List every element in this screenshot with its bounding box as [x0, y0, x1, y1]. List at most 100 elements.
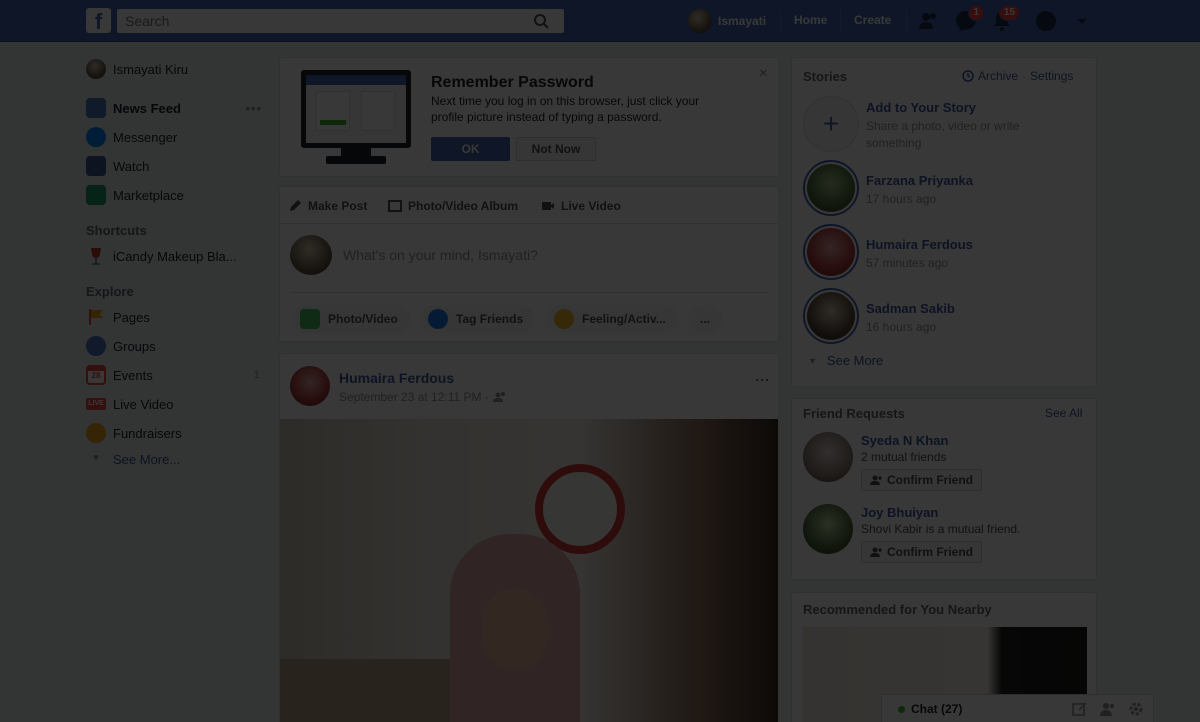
story-avatar[interactable]	[803, 160, 859, 216]
password-card-title: Remember Password	[431, 74, 594, 91]
messenger-button[interactable]: 1	[954, 5, 984, 33]
tab-photo-video-album[interactable]: Photo/Video Album	[388, 197, 518, 215]
close-icon[interactable]: ×	[759, 65, 768, 83]
add-friend-icon	[870, 547, 882, 557]
sidebar-item-groups[interactable]: Groups	[86, 336, 266, 356]
home-link[interactable]: Home	[794, 13, 827, 27]
requester-name[interactable]: Joy Bhuiyan	[861, 505, 938, 520]
sidebar-item-label: iCandy Makeup Bla...	[113, 248, 237, 264]
sidebar-item-label: Events	[113, 367, 153, 383]
friends-audience-icon[interactable]	[492, 391, 507, 403]
sidebar-item-label: Groups	[113, 338, 156, 354]
sidebar-item-messenger[interactable]: Messenger	[86, 127, 266, 147]
explore-heading: Explore	[86, 284, 134, 299]
confirm-friend-button[interactable]: Confirm Friend	[861, 469, 982, 491]
sidebar-item-fundraisers[interactable]: Fundraisers	[86, 423, 266, 443]
calendar-icon: 28	[86, 365, 106, 385]
mutual-friends-text: 2 mutual friends	[861, 450, 947, 464]
story-name[interactable]: Farzana Priyanka	[866, 173, 973, 188]
link-separator: ·	[1022, 69, 1027, 83]
settings-link[interactable]: Settings	[1030, 69, 1073, 83]
composer-input[interactable]: What's on your mind, Ismayati?	[343, 247, 538, 263]
avatar[interactable]	[290, 366, 330, 406]
feeling-activity-button[interactable]: Feeling/Activ...	[546, 305, 678, 333]
shortcuts-heading: Shortcuts	[86, 223, 147, 238]
profile-link[interactable]: Ismayati	[688, 9, 766, 33]
avatar	[290, 235, 332, 275]
sidebar-item-news-feed[interactable]: News Feed •••	[86, 98, 266, 118]
online-dot-icon	[898, 706, 905, 713]
requester-name[interactable]: Syeda N Khan	[861, 433, 948, 448]
sidebar-profile-name: Ismayati Kiru	[113, 61, 189, 77]
pencil-icon	[290, 200, 301, 211]
post-meta: September 23 at 12:11 PM ·	[339, 390, 507, 404]
tag-friends-button[interactable]: Tag Friends	[420, 305, 536, 333]
add-story-title[interactable]: Add to Your Story	[866, 100, 976, 115]
chat-bar[interactable]: Chat (27)	[881, 694, 1154, 722]
help-icon[interactable]	[1034, 9, 1058, 33]
divider	[291, 292, 769, 293]
more-options-icon[interactable]: •••	[245, 101, 262, 116]
photo-video-button[interactable]: Photo/Video	[292, 305, 410, 333]
sidebar-item-marketplace[interactable]: Marketplace	[86, 185, 266, 205]
see-all-link[interactable]: See All	[1045, 406, 1082, 420]
tab-live-video[interactable]: Live Video	[541, 197, 621, 215]
archive-clock-icon	[962, 70, 974, 82]
person-figure	[450, 534, 580, 722]
search-input[interactable]	[117, 9, 564, 33]
ok-button[interactable]: OK	[431, 137, 510, 161]
add-story-button[interactable]: +	[803, 96, 859, 152]
confirm-label: Confirm Friend	[887, 545, 973, 559]
mutual-friends-text: Shovi Kabir is a mutual friend.	[861, 522, 1021, 536]
story-avatar[interactable]	[803, 288, 859, 344]
live-icon: LIVE	[86, 398, 106, 410]
post-menu-icon[interactable]: ...	[755, 368, 770, 384]
sidebar-item-label: News Feed	[113, 100, 181, 116]
gear-icon[interactable]	[1128, 701, 1144, 717]
nav-divider	[780, 10, 781, 32]
sidebar-profile[interactable]: Ismayati Kiru	[86, 59, 266, 79]
story-name[interactable]: Humaira Ferdous	[866, 237, 973, 252]
not-now-button[interactable]: Not Now	[516, 137, 596, 161]
nav-divider	[840, 10, 841, 32]
pill-label: Photo/Video	[328, 312, 398, 326]
group-chat-icon[interactable]	[1100, 701, 1116, 717]
more-options-icon: ...	[700, 312, 711, 326]
story-avatar[interactable]	[803, 224, 859, 280]
create-link[interactable]: Create	[854, 13, 891, 27]
messenger-badge: 1	[968, 5, 984, 21]
story-time: 57 minutes ago	[866, 256, 949, 270]
sidebar-item-events[interactable]: 28 Events 1	[86, 365, 266, 385]
sidebar-item-watch[interactable]: Watch	[86, 156, 266, 176]
sidebar-item-live-video[interactable]: LIVE Live Video	[86, 394, 266, 414]
chevron-down-icon[interactable]	[1070, 9, 1094, 33]
notifications-button[interactable]: 15	[990, 5, 1020, 33]
avatar[interactable]	[803, 432, 853, 482]
chat-label: Chat (27)	[911, 702, 963, 716]
more-options-button[interactable]: ...	[688, 305, 723, 333]
messenger-icon	[86, 127, 106, 147]
sidebar-item-shortcut[interactable]: iCandy Makeup Bla...	[86, 246, 266, 266]
tab-label: Make Post	[308, 199, 368, 213]
avatar[interactable]	[803, 504, 853, 554]
sidebar-see-more[interactable]: ▼ See More...	[86, 449, 266, 469]
tab-make-post[interactable]: Make Post	[288, 197, 367, 215]
album-icon	[388, 200, 402, 212]
story-name[interactable]: Sadman Sakib	[866, 301, 955, 316]
archive-link[interactable]: Archive	[978, 69, 1018, 83]
post-time[interactable]: September 23 at 12:11 PM ·	[339, 390, 489, 404]
search-icon[interactable]	[530, 11, 554, 31]
post-author[interactable]: Humaira Ferdous	[339, 370, 454, 386]
sidebar-item-pages[interactable]: Pages	[86, 307, 266, 327]
feed-post: Humaira Ferdous September 23 at 12:11 PM…	[279, 353, 779, 722]
facebook-logo-icon[interactable]: f	[86, 8, 111, 33]
post-photo[interactable]	[280, 419, 778, 722]
remember-password-card: Remember Password Next time you log in o…	[279, 57, 779, 177]
confirm-friend-button[interactable]: Confirm Friend	[861, 541, 982, 563]
flag-icon	[86, 307, 106, 327]
sidebar-item-label: Watch	[113, 158, 150, 174]
nav-divider	[906, 10, 907, 32]
friend-requests-icon[interactable]	[917, 9, 941, 33]
compose-icon[interactable]	[1072, 701, 1088, 717]
stories-see-more[interactable]: ▼ See More	[808, 353, 883, 368]
